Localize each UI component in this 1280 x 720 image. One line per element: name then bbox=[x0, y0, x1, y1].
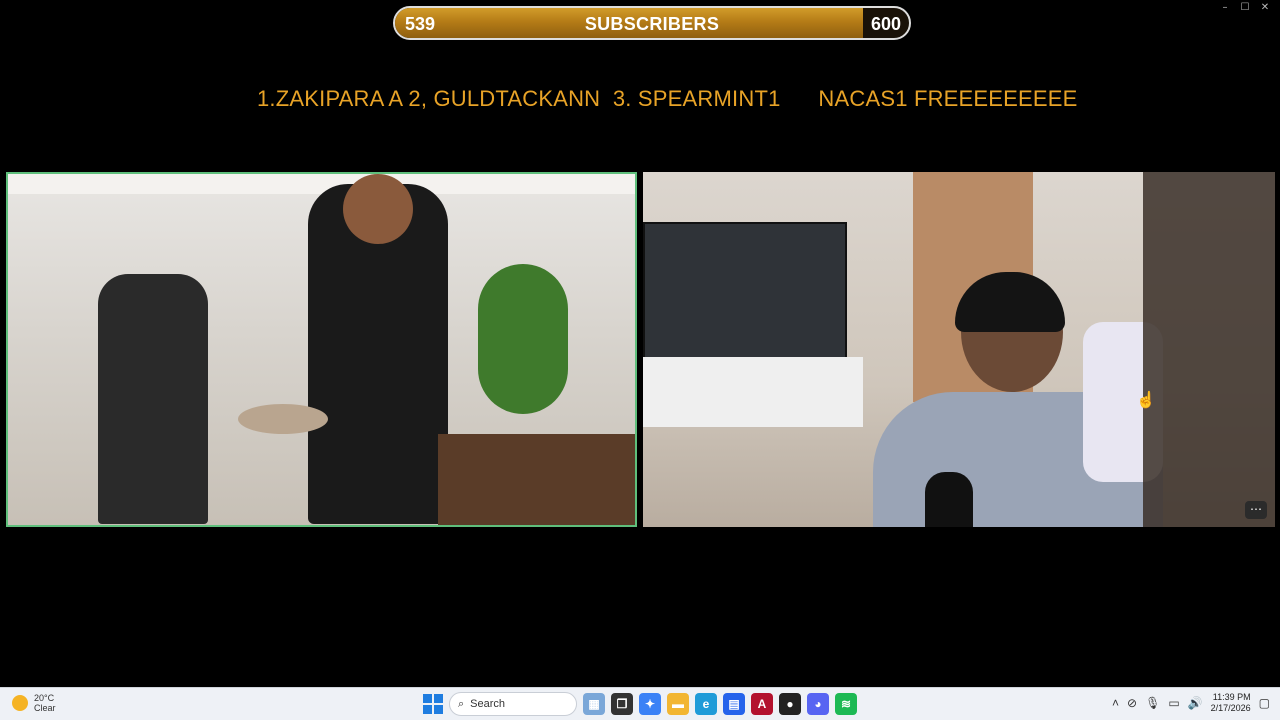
weather-condition: Clear bbox=[34, 703, 56, 713]
taskbar: 20°C Clear ⌕ Search ▦ ❐ ✦ ▬ e ▤ A ● ◕ ≋ … bbox=[0, 687, 1280, 720]
clock-time: 11:39 PM bbox=[1212, 692, 1251, 702]
curtain bbox=[1143, 172, 1275, 527]
obs-icon[interactable]: ● bbox=[779, 693, 801, 715]
notification-icon[interactable]: ▢ bbox=[1259, 696, 1270, 710]
microphone-icon[interactable]: 🎙 bbox=[1145, 696, 1160, 710]
display-icon[interactable]: ▭ bbox=[1168, 696, 1179, 710]
clock-date: 2/17/2026 bbox=[1210, 703, 1251, 713]
window-controls: – ☐ ✕ bbox=[1218, 2, 1272, 14]
person-head bbox=[343, 174, 413, 244]
network-off-icon[interactable]: ⊘ bbox=[1127, 696, 1137, 710]
chevron-up-icon[interactable]: ˄ bbox=[1112, 696, 1119, 710]
start-button[interactable] bbox=[423, 694, 443, 714]
tv-stand bbox=[438, 434, 635, 525]
clock[interactable]: 11:39 PM 2/17/2026 bbox=[1211, 692, 1251, 714]
taskbar-apps: ⌕ Search ▦ ❐ ✦ ▬ e ▤ A ● ◕ ≋ bbox=[423, 692, 857, 716]
maximize-button[interactable]: ☐ bbox=[1238, 2, 1252, 14]
system-tray: ˄ ⊘ 🎙 ▭ 🔊 11:39 PM 2/17/2026 ▢ bbox=[1112, 692, 1270, 714]
top-donors-ticker: 1.ZAKIPARA A 2, GULDTACKANN 3. SPEARMINT… bbox=[257, 86, 1078, 111]
television bbox=[643, 222, 847, 361]
webcam-left-stream bbox=[6, 172, 637, 527]
ceiling bbox=[8, 174, 635, 194]
spotify-icon[interactable]: ≋ bbox=[835, 693, 857, 715]
tv-cabinet bbox=[643, 357, 863, 427]
subscriber-goal-target: 600 bbox=[870, 14, 901, 34]
subscriber-goal-label: SUBSCRIBERS bbox=[584, 14, 720, 34]
search-placeholder: Search bbox=[470, 698, 506, 710]
file-explorer-icon[interactable]: ▬ bbox=[667, 693, 689, 715]
weather-temp: 20°C bbox=[34, 693, 55, 703]
widgets-icon[interactable]: ▦ bbox=[583, 693, 605, 715]
copilot-icon[interactable]: ✦ bbox=[639, 693, 661, 715]
subscriber-goal-bar: 539 SUBSCRIBERS 600 bbox=[393, 6, 911, 40]
gaming-chair bbox=[98, 274, 208, 524]
edge-icon[interactable]: e bbox=[695, 693, 717, 715]
close-button[interactable]: ✕ bbox=[1258, 2, 1272, 14]
minimize-button[interactable]: – bbox=[1218, 2, 1232, 14]
volume-icon[interactable]: 🔊 bbox=[1188, 696, 1203, 710]
weather-widget[interactable]: 20°C Clear bbox=[12, 693, 56, 713]
adobe-icon[interactable]: A bbox=[751, 693, 773, 715]
microphone bbox=[925, 472, 973, 527]
mouse-cursor-icon: ☝ bbox=[1136, 392, 1156, 409]
plant bbox=[478, 264, 568, 414]
search-icon: ⌕ bbox=[458, 697, 465, 710]
coffee-table bbox=[238, 404, 328, 434]
discord-icon[interactable]: ◕ bbox=[807, 693, 829, 715]
more-options-button[interactable]: ⋯ bbox=[1245, 501, 1267, 519]
store-icon[interactable]: ▤ bbox=[723, 693, 745, 715]
moon-icon bbox=[12, 695, 28, 711]
task-view-icon[interactable]: ❐ bbox=[611, 693, 633, 715]
taskbar-search[interactable]: ⌕ Search bbox=[449, 692, 577, 716]
webcam-right-stream: ⋯ bbox=[643, 172, 1275, 527]
